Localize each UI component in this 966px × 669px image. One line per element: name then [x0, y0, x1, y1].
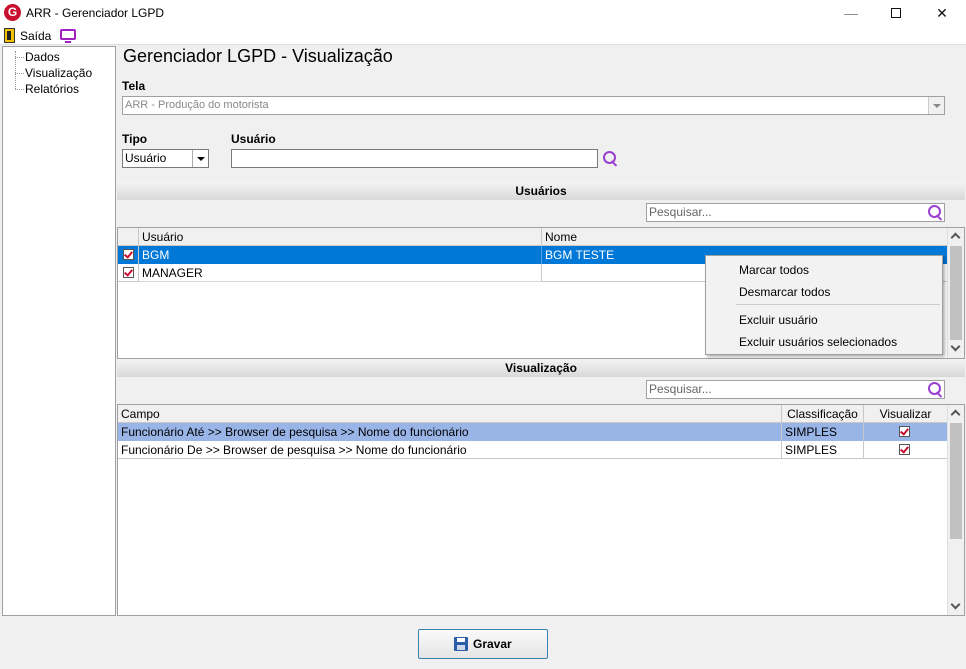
row-checkbox[interactable]	[123, 249, 134, 260]
menu-item-excluir-usuario[interactable]: Excluir usuário	[739, 313, 818, 327]
save-button-label: Gravar	[473, 637, 512, 651]
menu-separator	[736, 304, 940, 305]
context-menu: Marcar todos Desmarcar todos Excluir usu…	[705, 255, 943, 355]
maximize-button[interactable]	[873, 0, 919, 27]
search-icon[interactable]	[928, 205, 944, 221]
column-header-usuario[interactable]: Usuário	[139, 228, 542, 246]
menu-item-marcar-todos[interactable]: Marcar todos	[739, 263, 809, 277]
tipo-select-value: Usuário	[125, 151, 167, 165]
column-header-visualizar[interactable]: Visualizar	[864, 405, 947, 423]
row-checkbox[interactable]	[123, 267, 134, 278]
tree-connector	[15, 89, 24, 90]
column-header-campo[interactable]: Campo	[118, 405, 782, 423]
visualizar-checkbox[interactable]	[899, 426, 910, 437]
tree-connector	[15, 57, 24, 58]
cell-campo: Funcionário De >> Browser de pesquisa >>…	[118, 441, 782, 459]
menu-item-desmarcar-todos[interactable]: Desmarcar todos	[739, 285, 830, 299]
usuarios-scrollbar[interactable]	[947, 228, 964, 358]
tela-select[interactable]: ARR - Produção do motorista	[122, 96, 945, 115]
column-header-classificacao[interactable]: Classificação	[782, 405, 864, 423]
close-button[interactable]: ✕	[919, 0, 965, 27]
usuarios-section-header: Usuários	[117, 182, 965, 200]
column-divider	[138, 228, 139, 282]
usuario-input[interactable]	[231, 149, 598, 168]
minimize-button[interactable]: —	[828, 0, 874, 27]
exit-menu-item[interactable]: Saída	[20, 29, 51, 43]
scroll-down-icon[interactable]	[950, 341, 961, 352]
visualizar-checkbox[interactable]	[899, 444, 910, 455]
floppy-disk-icon	[454, 637, 468, 651]
cell-usuario: BGM	[139, 246, 542, 264]
app-logo-icon: G	[4, 4, 21, 21]
sidebar-tree: Dados Visualização Relatórios	[2, 46, 116, 616]
search-icon[interactable]	[928, 382, 944, 398]
sidebar-item-visualizacao[interactable]: Visualização	[25, 66, 92, 80]
door-exit-icon[interactable]	[4, 28, 15, 43]
chevron-down-icon[interactable]	[928, 97, 944, 114]
sidebar-item-relatorios[interactable]: Relatórios	[25, 82, 79, 96]
tela-label: Tela	[122, 79, 146, 93]
tipo-label: Tipo	[122, 132, 148, 146]
tipo-select[interactable]: Usuário	[122, 149, 209, 168]
checkbox-column-header	[118, 228, 139, 246]
scroll-thumb[interactable]	[950, 423, 962, 539]
window-title: ARR - Gerenciador LGPD	[26, 6, 165, 20]
chevron-down-icon[interactable]	[192, 150, 208, 167]
menu-bar: Saída	[0, 27, 966, 45]
cell-usuario: MANAGER	[139, 264, 542, 282]
cell-classificacao: SIMPLES	[782, 441, 864, 459]
usuario-label: Usuário	[231, 132, 276, 146]
maximize-icon	[891, 8, 901, 18]
usuarios-search-input[interactable]: Pesquisar...	[646, 203, 945, 222]
column-header-nome[interactable]: Nome	[542, 228, 947, 246]
scroll-up-icon[interactable]	[950, 409, 961, 420]
visualizacao-table: Campo Classificação Visualizar Funcionár…	[117, 404, 965, 616]
save-button[interactable]: Gravar	[418, 629, 548, 659]
sidebar-item-dados[interactable]: Dados	[25, 50, 60, 64]
tree-connector	[15, 73, 24, 74]
monitor-icon[interactable]	[60, 29, 76, 43]
page-title: Gerenciador LGPD - Visualização	[123, 46, 393, 66]
tela-select-value: ARR - Produção do motorista	[125, 99, 269, 111]
scroll-up-icon[interactable]	[950, 232, 961, 243]
visualizacao-scrollbar[interactable]	[947, 405, 964, 615]
search-icon[interactable]	[603, 151, 619, 167]
visualizacao-search-input[interactable]: Pesquisar...	[646, 380, 945, 399]
cell-campo: Funcionário Até >> Browser de pesquisa >…	[118, 423, 782, 441]
scroll-down-icon[interactable]	[950, 599, 961, 610]
visualizacao-section-header: Visualização	[117, 359, 965, 377]
scroll-thumb[interactable]	[950, 246, 962, 340]
menu-item-excluir-usuarios-selecionados[interactable]: Excluir usuários selecionados	[739, 335, 897, 349]
title-bar: G ARR - Gerenciador LGPD — ✕	[0, 0, 966, 27]
cell-classificacao: SIMPLES	[782, 423, 864, 441]
